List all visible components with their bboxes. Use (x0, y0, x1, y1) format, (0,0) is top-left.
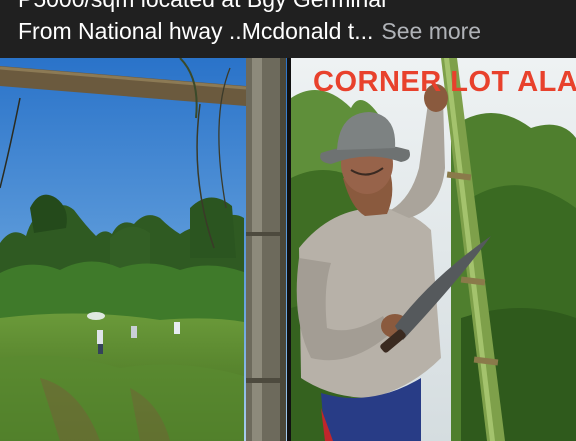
corner-lot-overlay-text: CORNER LOT ALA (313, 66, 576, 98)
photo-field[interactable] (0, 58, 287, 441)
man-with-bamboo-photo-icon (291, 58, 576, 441)
photo-man-with-bamboo[interactable]: CORNER LOT ALA (291, 58, 576, 441)
caption-line-2: From National hway ..Mcdonald t... See mo… (18, 17, 481, 45)
photo-grid: CORNER LOT ALA (0, 58, 576, 441)
post-caption: P5000/sqm located at Bgy Germinal From N… (0, 0, 576, 58)
see-more-link[interactable]: See more (381, 18, 481, 44)
caption-line-2-text: From National hway ..Mcdonald t... (18, 18, 374, 44)
field-photo-icon (0, 58, 287, 441)
caption-line-1: P5000/sqm located at Bgy Germinal (18, 0, 386, 13)
